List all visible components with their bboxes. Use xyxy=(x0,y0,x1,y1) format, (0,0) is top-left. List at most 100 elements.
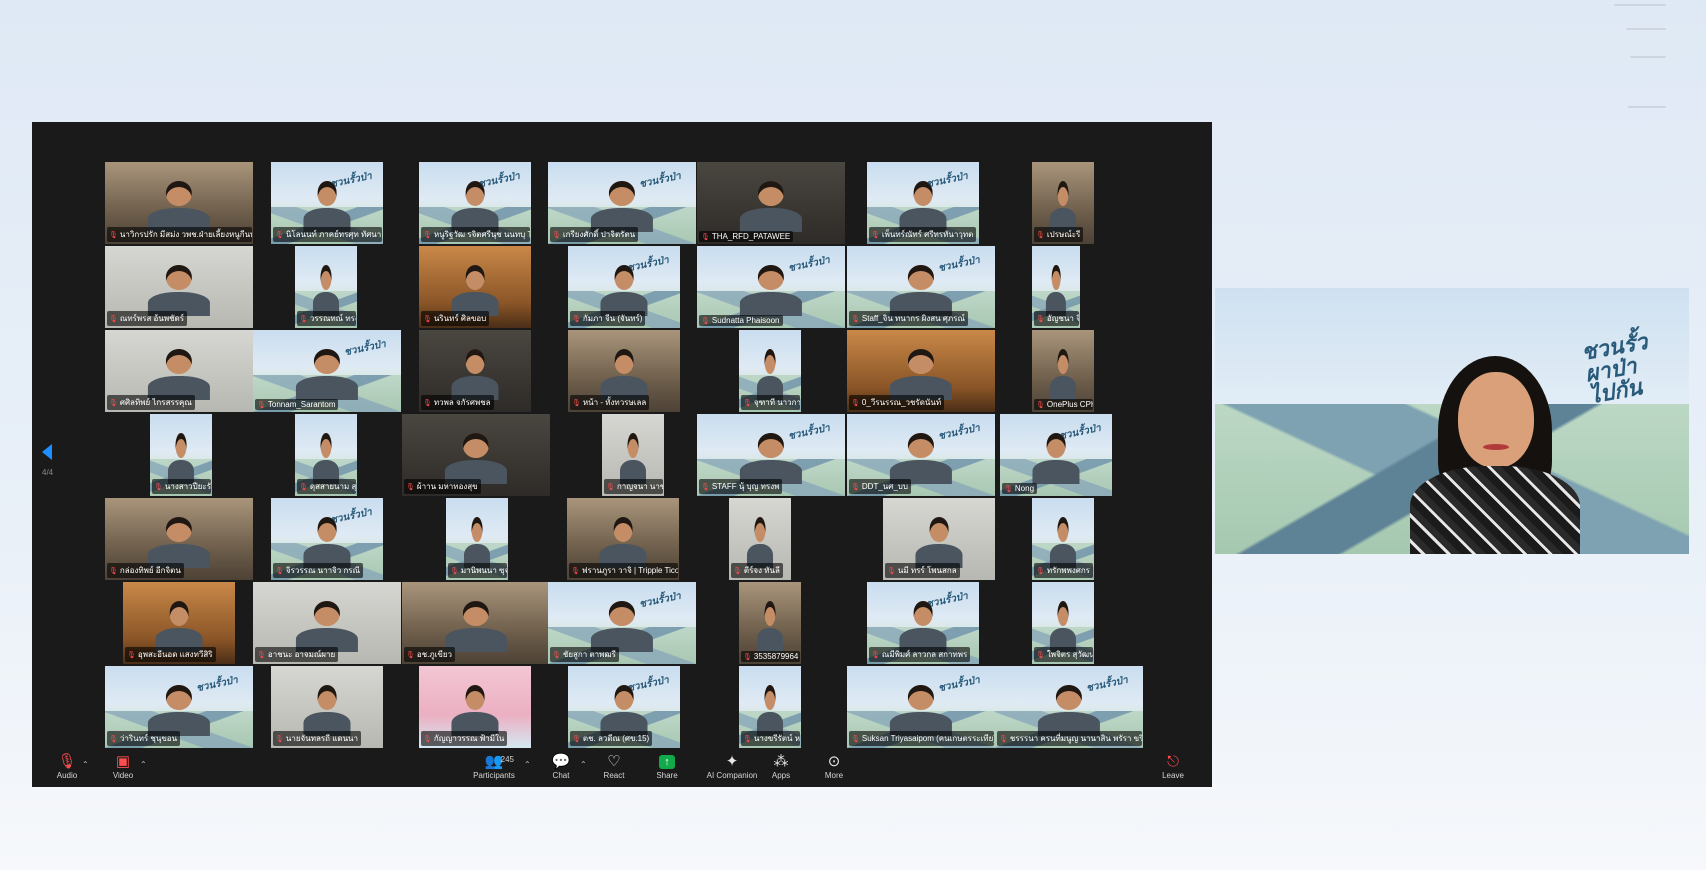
participant-video-tile[interactable]: ชวนรั้วป่า 🎙 ชัยสูกา ตาพฒรี xyxy=(548,582,696,664)
participant-name: ว่ารินทร์ ชุนุขอน xyxy=(119,734,178,743)
participant-video-tile[interactable]: ชวนรั้วป่า 🎙 หนูริฐวัฒ รจิตศรีนุช นนทบุ Tg… xyxy=(419,162,531,244)
muted-mic-icon: 🎙 xyxy=(701,317,710,325)
participant-video-tile[interactable]: ชวนรั้วป่า 🎙 Nong xyxy=(1000,414,1112,496)
participant-video-tile[interactable]: 🎙 อุพสะอีนอด แสงทวีสิริ xyxy=(123,582,235,664)
participant-video-tile[interactable]: 🎙 ณทร์พรส อ้นพชัดร์ xyxy=(105,246,253,328)
participant-video-tile[interactable]: ชวนรั้วป่า 🎙 Staff_จิน ทนากร ผิงสน ศุภรณ์ xyxy=(847,246,995,328)
muted-mic-icon: 🎙 xyxy=(406,651,415,659)
participant-person xyxy=(1049,517,1077,568)
participant-video-tile[interactable]: 🎙วรรณทณ์ ทรงเศร นครา xyxy=(295,246,357,328)
video-options-caret-icon[interactable]: ⌃ xyxy=(140,760,147,769)
participant-person xyxy=(451,265,499,316)
muted-mic-icon: 🎙 xyxy=(999,735,1008,743)
participant-name-label: 🎙 DDT_นศ_บบ xyxy=(849,479,911,494)
participants-button[interactable]: 👥 245 Participants xyxy=(469,753,519,780)
participant-video-tile[interactable]: ชวนรั้วป่า 🎙 Suksan Triyasaipom (คนเกษตรระ… xyxy=(847,666,995,748)
muted-mic-icon: 🎙 xyxy=(423,231,432,239)
participant-person xyxy=(1049,601,1077,652)
participant-video-tile[interactable]: 🎙 อาชนะ อาจมณ์ผาย xyxy=(253,582,401,664)
muted-mic-icon: 🎙 xyxy=(572,399,581,407)
participant-person xyxy=(599,517,647,568)
participant-video-tile[interactable]: 🎙ดุสสายนาม สุรรัก xyxy=(295,414,357,496)
previous-page-arrow-icon[interactable] xyxy=(42,444,52,460)
participant-video-tile[interactable]: ชวนรั้วป่า 🎙 Sudnatta Phaisoon xyxy=(697,246,845,328)
participant-video-tile[interactable]: 🎙อัญชนา จิตร xyxy=(1032,246,1080,328)
participant-video-tile[interactable]: ชวนรั้วป่า 🎙 DDT_นศ_บบ xyxy=(847,414,995,496)
participant-video-tile[interactable]: 🎙 กล่องทิพย์ อีกจิตน xyxy=(105,498,253,580)
zoom-meeting-window: 4/4 🎙 นาวิกรปรัก มีสม่ง วพช.ฝ่ายเลี้ยงหนู… xyxy=(32,122,1212,787)
participant-name-label: 🎙ชรรรนา ครนที่มนูญ นานาสิน พรัรา ขริยนิต… xyxy=(997,731,1142,746)
participant-video-tile[interactable]: ชวนรั้วป่า 🎙 ณมีพิมศ์ ลาวกล สกาทพร xyxy=(867,582,979,664)
participant-video-tile[interactable]: 🎙 นรินทร์ ศิลขอบ xyxy=(419,246,531,328)
participant-video-tile[interactable]: 🎙นาวิกรปรัก มีสม่ง วพช.ฝ่ายเลี้ยงหนูกีนท… xyxy=(105,162,253,244)
participant-video-tile[interactable]: 🎙นางสาวปียะรัตน์ พรร xyxy=(150,414,212,496)
chat-button[interactable]: 💬 Chat xyxy=(536,753,586,780)
share-button[interactable]: ↑ Share xyxy=(642,753,692,780)
participant-person xyxy=(756,601,784,652)
participant-video-tile[interactable]: 🎙 นมี ทรร์ โพนสกล xyxy=(883,498,995,580)
participant-video-tile[interactable]: ชวนรั้วป่า 🎙 นิโลนนท์ ภาคย์ทรศุท ทัศนา xyxy=(271,162,383,244)
participant-video-tile[interactable]: 🎙 3535879964 xyxy=(739,582,801,664)
participant-video-tile[interactable]: 🎙 0_วีรนรรณ_วชรัดนันท์ xyxy=(847,330,995,412)
microphone-muted-icon: 🎙 xyxy=(57,753,77,770)
participant-name: ณทร์พรส อ้นพชัดร์ xyxy=(119,314,185,323)
participant-video-tile[interactable]: 🎙 นายจันทลรถี แดนนา xyxy=(271,666,383,748)
participant-video-tile[interactable]: ชวนรั้วป่า 🎙 เกรียงศักดิ์ ปาจิตรัตน xyxy=(548,162,696,244)
participant-video-tile[interactable]: 🎙กาญจนา นาขสอง ทรรา xyxy=(602,414,664,496)
participant-name-label: 🎙มานิพนนา ซุจปาดสรีส บ้านนา Barn Na Cr..… xyxy=(448,563,507,578)
participant-video-tile[interactable]: ชวนรั้วป่า 🎙 Tonnam_Sarantom xyxy=(253,330,401,412)
participant-name: Staff_จิน ทนากร ผิงสน ศุภรณ์ xyxy=(861,314,965,323)
participant-video-tile[interactable]: 🎙ใพจิตร สุวัฒนาภรณ์ xyxy=(1032,582,1094,664)
participant-name: หนูริฐวัฒ รจิตศรีนุช นนทบุ Tgr xyxy=(433,230,530,239)
leave-button[interactable]: ⎋ Leave xyxy=(1148,753,1198,780)
participant-video-tile[interactable]: ชวนรั้วป่า 🎙 STAFF นุ้ บุญ ทรงพ xyxy=(697,414,845,496)
participant-video-tile[interactable]: 🎙 ตีร์จง ทันลี xyxy=(729,498,791,580)
participant-video-tile[interactable]: ชวนรั้วป่า 🎙 ตช. ลวดีณ (ศข.15) xyxy=(568,666,680,748)
participant-video-tile[interactable]: 🎙 ทวพล จกัรศพชล xyxy=(419,330,531,412)
participant-video-tile[interactable]: ชวนรั้วป่า 🎙 ชรรรนา ครนที่มนูญ นานาสิน พรั… xyxy=(995,666,1143,748)
participant-video-tile[interactable]: ชวนรั้วป่า 🎙 จิรวรรณ นาาจิว กรณี xyxy=(271,498,383,580)
participant-video-tile[interactable]: 🎙จุฑาที นาวกาสรรค xyxy=(739,330,801,412)
muted-mic-icon: 🎙 xyxy=(299,483,308,491)
participant-person xyxy=(739,181,803,232)
participant-video-tile[interactable]: 🎙 ศศิลทิพย์ ไกรสรรคุณ xyxy=(105,330,253,412)
muted-mic-icon: 🎙 xyxy=(851,399,860,407)
chat-options-caret-icon[interactable]: ⌃ xyxy=(580,760,587,769)
participants-icon: 👥 245 xyxy=(484,753,515,770)
participant-video-tile[interactable]: 🎙OnePlus CPH2465 xyxy=(1032,330,1094,412)
participant-video-tile[interactable]: ชวนรั้วป่า 🎙 กัมภา จีน (จันทร์) xyxy=(568,246,680,328)
participant-person xyxy=(1045,265,1067,316)
participant-name: Nong xyxy=(1014,484,1035,493)
participant-name: เพ็นทร์ณัทร์ ศรีทรทันาวุทต xyxy=(881,230,974,239)
more-button[interactable]: ⊙ More xyxy=(809,753,859,780)
participant-video-tile[interactable]: 🎙 กัญญาวรรณ ฟ้ามีใน xyxy=(419,666,531,748)
muted-mic-icon: 🎙 xyxy=(109,315,118,323)
participant-video-tile[interactable]: 🎙 THA_RFD_PATAWEE xyxy=(697,162,845,244)
participant-video-tile[interactable]: 🎙 เปรษณ์ะรี xyxy=(1032,162,1094,244)
participant-person xyxy=(312,433,340,484)
gallery-view-grid: 🎙นาวิกรปรัก มีสม่ง วพช.ฝ่ายเลี้ยงหนูกีนท… xyxy=(105,162,1143,748)
muted-mic-icon: 🎙 xyxy=(701,483,710,491)
participant-person xyxy=(155,601,203,652)
audio-options-caret-icon[interactable]: ⌃ xyxy=(82,760,89,769)
participant-video-tile[interactable]: 🎙 ผ้าาน มหาทองสุข xyxy=(402,414,550,496)
participant-name: ผ้าาน มหาทองสุข xyxy=(416,482,478,491)
participant-person xyxy=(451,685,499,736)
muted-mic-icon: 🎙 xyxy=(851,315,860,323)
participant-video-tile[interactable]: 🎙นางขรีรัตน์ หนัคสิน xyxy=(739,666,801,748)
participant-video-tile[interactable]: 🎙 หน้า - ทั้งทวรษเลล xyxy=(568,330,680,412)
participant-video-tile[interactable]: 🎙 อช.ภูเขียว xyxy=(402,582,550,664)
participant-video-tile[interactable]: 🎙 ทรักพพงศกร xyxy=(1032,498,1094,580)
muted-mic-icon: 🎙 xyxy=(154,483,163,491)
muted-mic-icon: 🎙 xyxy=(423,315,432,323)
participant-person xyxy=(1037,685,1101,736)
apps-button[interactable]: ⁂ Apps xyxy=(756,753,806,780)
participant-video-tile[interactable]: 🎙 ฟรานภูรา วาจิ | Tripple Ticoda xyxy=(567,498,679,580)
react-button[interactable]: ♡ React xyxy=(589,753,639,780)
participant-video-tile[interactable]: ชวนรั้วป่า 🎙 เพ็นทร์ณัทร์ ศรีทรทันาวุทต xyxy=(867,162,979,244)
participant-video-tile[interactable]: ชวนรั้วป่า 🎙 ว่ารินทร์ ชุนุขอน xyxy=(105,666,253,748)
participants-options-caret-icon[interactable]: ⌃ xyxy=(524,760,531,769)
participant-video-tile[interactable]: 🎙มานิพนนา ซุจปาดสรีส บ้านนา Barn Na Cr..… xyxy=(446,498,508,580)
ai-companion-button[interactable]: ✦ AI Companion xyxy=(702,753,762,780)
participant-name: กล่องทิพย์ อีกจิตน xyxy=(119,566,181,575)
